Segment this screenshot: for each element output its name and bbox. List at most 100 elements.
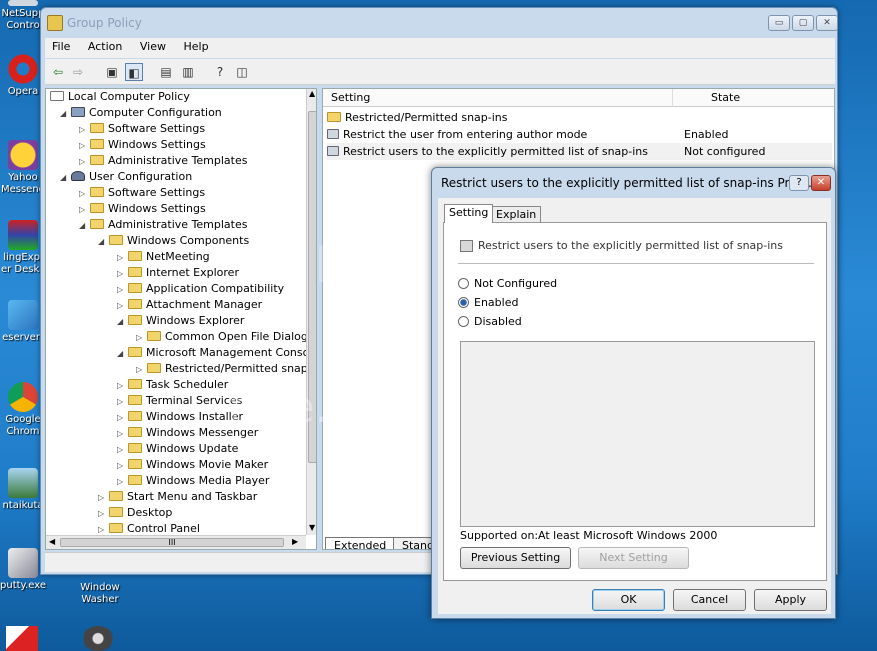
minimize-button[interactable]: ▭	[768, 15, 790, 31]
tree-item[interactable]: ◢ Administrative Templates	[79, 217, 248, 233]
tree-vertical-scrollbar[interactable]: ▲ ▼	[306, 89, 316, 535]
back-arrow-icon[interactable]: ⇦	[49, 63, 67, 81]
collapse-arrow-icon[interactable]: ◢	[117, 314, 126, 330]
tree-item[interactable]: ◢ Windows Explorer	[117, 313, 244, 329]
maximize-button[interactable]: ▢	[792, 15, 814, 31]
folder-icon	[90, 187, 104, 197]
list-item[interactable]: Restrict users to the explicitly permitt…	[327, 143, 832, 160]
previous-setting-button[interactable]: Previous Setting	[460, 547, 571, 569]
tree-item[interactable]: ▷ Windows Messenger	[117, 425, 258, 441]
folder-icon	[128, 283, 142, 293]
show-hide-tree-icon[interactable]: ◧	[125, 63, 143, 81]
collapse-arrow-icon[interactable]: ◢	[117, 346, 126, 362]
up-folder-icon[interactable]: ▣	[103, 63, 121, 81]
expand-arrow-icon[interactable]: ▷	[136, 362, 145, 378]
tree-item[interactable]: ▷ Windows Update	[117, 441, 238, 457]
tree-item[interactable]: ▷ Windows Installer	[117, 409, 243, 425]
tree-item[interactable]: ▷ Internet Explorer	[117, 265, 239, 281]
tree-item[interactable]: ▷ Windows Settings	[79, 137, 206, 153]
close-button[interactable]: ✕	[816, 15, 838, 31]
radio-enabled[interactable]: Enabled	[458, 295, 518, 311]
menu-file[interactable]: File	[45, 38, 77, 55]
tree-item[interactable]: ▷ Windows Settings	[79, 201, 206, 217]
expand-arrow-icon[interactable]: ▷	[79, 186, 88, 202]
expand-arrow-icon[interactable]: ▷	[98, 490, 107, 506]
collapse-arrow-icon[interactable]: ◢	[98, 234, 107, 250]
desktop-icon-window-washer[interactable]: Window Washer	[76, 582, 124, 606]
expand-arrow-icon[interactable]: ▷	[79, 122, 88, 138]
menu-help[interactable]: Help	[176, 38, 215, 55]
expand-arrow-icon[interactable]: ▷	[117, 282, 126, 298]
expand-arrow-icon[interactable]: ▷	[117, 266, 126, 282]
tree-item[interactable]: ▷ Software Settings	[79, 185, 205, 201]
hscroll-thumb[interactable]: III	[60, 538, 284, 547]
expand-arrow-icon[interactable]: ▷	[117, 442, 126, 458]
expand-arrow-icon[interactable]: ▷	[117, 298, 126, 314]
expand-arrow-icon[interactable]: ▷	[136, 330, 145, 346]
tree-item[interactable]: ▷ Common Open File Dialog	[136, 329, 308, 345]
console-tree-icon[interactable]: ◫	[233, 63, 251, 81]
expand-arrow-icon[interactable]: ▷	[117, 378, 126, 394]
expand-arrow-icon[interactable]: ▷	[98, 506, 107, 522]
expand-arrow-icon[interactable]: ▷	[117, 426, 126, 442]
expand-arrow-icon[interactable]: ▷	[79, 138, 88, 154]
tree-item[interactable]: ▷ Application Compatibility	[117, 281, 284, 297]
tree-item[interactable]: ▷ Administrative Templates	[79, 153, 248, 169]
tree-item[interactable]: ▷ Windows Media Player	[117, 473, 269, 489]
cancel-button[interactable]: Cancel	[673, 589, 746, 611]
tree-item-label: Windows Movie Maker	[146, 458, 269, 471]
scroll-left-icon[interactable]: ◀	[49, 537, 55, 546]
tree-item[interactable]: ◢ Computer Configuration	[60, 105, 222, 121]
forward-arrow-icon[interactable]: ⇨	[69, 63, 87, 81]
tree-item[interactable]: ▷ NetMeeting	[117, 249, 210, 265]
expand-arrow-icon[interactable]: ▷	[79, 154, 88, 170]
ok-button[interactable]: OK	[592, 589, 665, 611]
film-reel-icon[interactable]	[82, 626, 114, 651]
tree-item[interactable]: ▷ Software Settings	[79, 121, 205, 137]
collapse-arrow-icon[interactable]: ◢	[60, 106, 69, 122]
radio-not-configured[interactable]: Not Configured	[458, 276, 557, 292]
tree-item[interactable]: ▷ Restricted/Permitted snap-in	[136, 361, 316, 378]
tree-item[interactable]: ▷ Attachment Manager	[117, 297, 262, 313]
radio-disabled[interactable]: Disabled	[458, 314, 522, 330]
next-setting-button[interactable]: Next Setting	[578, 547, 689, 569]
tree-root[interactable]: Local Computer Policy	[50, 89, 190, 105]
tab-explain[interactable]: Explain	[491, 206, 542, 222]
menu-view[interactable]: View	[133, 38, 173, 55]
expand-arrow-icon[interactable]: ▷	[117, 410, 126, 426]
collapse-arrow-icon[interactable]: ◢	[79, 218, 88, 234]
scroll-down-icon[interactable]: ▼	[309, 523, 315, 532]
scroll-up-icon[interactable]: ▲	[309, 89, 315, 98]
tree-item[interactable]: ▷ Start Menu and Taskbar	[98, 489, 257, 505]
scroll-thumb[interactable]	[308, 111, 316, 463]
expand-arrow-icon[interactable]: ▷	[117, 394, 126, 410]
tree-item[interactable]: ▷ Task Scheduler	[117, 377, 228, 393]
expand-arrow-icon[interactable]: ▷	[117, 474, 126, 490]
column-header-setting[interactable]: Setting	[323, 89, 673, 107]
tree-horizontal-scrollbar[interactable]: ◀ III ▶	[46, 535, 306, 549]
expand-arrow-icon[interactable]: ▷	[117, 458, 126, 474]
export-list-icon[interactable]: ▥	[179, 63, 197, 81]
tab-extended[interactable]: Extended	[325, 537, 396, 549]
menu-action[interactable]: Action	[81, 38, 129, 55]
tab-setting[interactable]: Setting	[444, 204, 494, 223]
help-button[interactable]: ?	[789, 175, 809, 191]
column-header-state[interactable]: State	[673, 89, 834, 107]
properties-icon[interactable]: ▤	[157, 63, 175, 81]
scroll-right-icon[interactable]: ▶	[292, 537, 298, 546]
expand-arrow-icon[interactable]: ▷	[79, 202, 88, 218]
collapse-arrow-icon[interactable]: ◢	[60, 170, 69, 186]
tree-item[interactable]: ▷ Desktop	[98, 505, 172, 521]
expand-arrow-icon[interactable]: ▷	[117, 250, 126, 266]
tree-item[interactable]: ▷ Windows Movie Maker	[117, 457, 268, 473]
kaspersky-icon[interactable]	[6, 626, 38, 651]
tree-item[interactable]: ◢ User Configuration	[60, 169, 192, 185]
help-icon[interactable]: ?	[211, 63, 229, 81]
tree-item[interactable]: ◢ Microsoft Management Console	[117, 345, 316, 362]
list-item[interactable]: Restricted/Permitted snap-ins	[327, 109, 832, 126]
dialog-close-button[interactable]: ✕	[811, 175, 831, 191]
apply-button[interactable]: Apply	[754, 589, 827, 611]
tree-item[interactable]: ▷ Terminal Services	[117, 393, 242, 409]
list-item[interactable]: Restrict the user from entering author m…	[327, 126, 832, 143]
tree-item[interactable]: ◢ Windows Components	[98, 233, 249, 249]
